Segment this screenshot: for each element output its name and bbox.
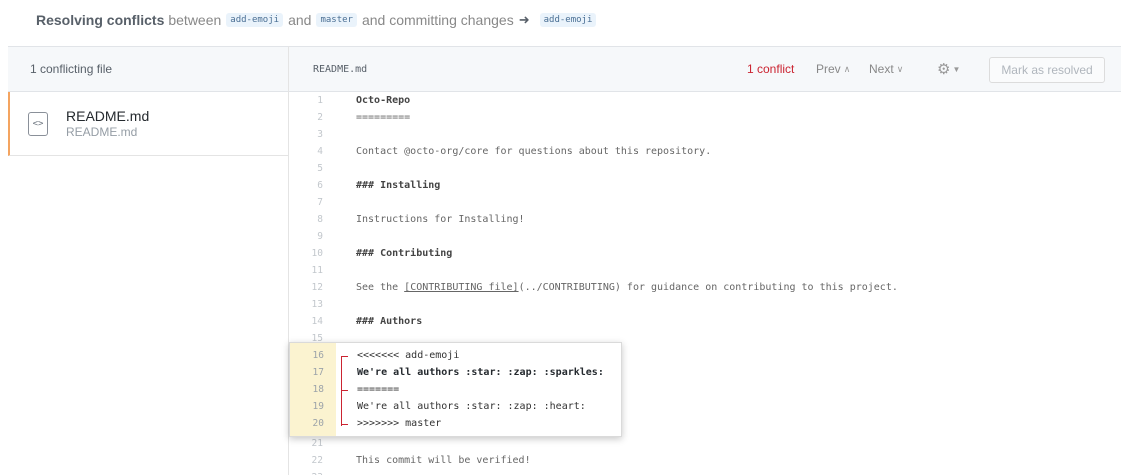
line-number: 13 [311,299,323,310]
conflict-bracket [340,356,348,426]
line-text: Octo-Repo [356,95,411,106]
line-number: 4 [317,146,323,157]
code-line: 22 This commit will be verified! [289,452,1121,469]
file-code-icon: <> [28,111,48,136]
line-number: 18 [312,384,324,395]
line-text: ========= [356,112,411,123]
contributing-link[interactable]: [CONTRIBUTING file] [404,282,518,293]
line-number: 16 [312,350,324,361]
line-text: Contact @octo-org/core for questions abo… [356,146,712,157]
line-text-before-link: See the [356,282,405,293]
branch-label-source: add-emoji [226,13,284,27]
code-line: 23 [289,469,1121,475]
code-line: 7 [289,194,1121,211]
chevron-up-icon: ∧ [843,63,851,74]
code-line: 10 ### Contributing [289,245,1121,262]
code-line: 21 [289,435,1121,452]
line-number: 19 [312,401,324,412]
code-line: 5 [289,160,1121,177]
code-line: 9 [289,228,1121,245]
gear-icon: ⚙ [937,61,951,78]
line-text: See the [CONTRIBUTING file](../CONTRIBUT… [356,282,898,293]
conflicting-file-item[interactable]: <> README.md README.md [8,92,288,156]
code-editor-continued[interactable]: 21 22 This commit will be verified! 23 [289,435,1121,475]
line-number: 14 [311,316,323,327]
line-number: 5 [317,163,323,174]
code-editor[interactable]: 1 Octo-Repo 2 ========= 3 4 Contact @octo-o… [289,92,1121,347]
header-title: Resolving conflicts [36,12,165,28]
editor-filename: README.md [313,63,368,75]
editor-toolbar: README.md 1 conflict Prev ∧ Next ∨ ⚙ ▼ M… [289,46,1121,92]
bracket-tick [340,390,348,391]
prev-label: Prev [816,62,841,76]
prev-conflict-button[interactable]: Prev ∧ [816,62,850,76]
conflict-header: Resolving conflicts between add-emoji an… [36,0,601,40]
line-number: 1 [317,95,323,106]
conflict-count: 1 conflict [747,62,795,76]
code-line: 12 See the [CONTRIBUTING file](../CONTRIB… [289,279,1121,296]
code-line: 13 [289,296,1121,313]
code-line: 4 Contact @octo-org/core for questions ab… [289,143,1121,160]
line-number: 20 [312,418,324,429]
code-line: 1 Octo-Repo [289,92,1121,109]
mark-as-resolved-button[interactable]: Mark as resolved [989,57,1105,83]
line-number: 9 [317,231,323,242]
conflicting-files-sidebar: 1 conflicting file <> README.md README.m… [8,46,289,475]
conflict-marker-end: >>>>>>> master [357,418,442,429]
conflict-separator: ======= [357,384,400,395]
file-path: README.md [66,124,138,139]
next-label: Next [869,62,894,76]
caret-down-icon: ▼ [952,64,961,74]
header-between-text: between [168,12,222,28]
bracket-tick [340,356,348,357]
line-number: 3 [317,129,323,140]
arrow-right-icon: ➜ [518,12,530,27]
line-number: 2 [317,112,323,123]
line-text: ### Authors [356,316,423,327]
conflict-ours-text: We're all authors :star: :zap: :sparkles… [357,367,604,378]
line-text: ### Installing [356,180,441,191]
code-line: 14 ### Authors [289,313,1121,330]
file-name: README.md [66,107,150,124]
settings-dropdown[interactable]: ⚙ ▼ [937,60,960,78]
sidebar-header: 1 conflicting file [8,46,288,92]
line-number: 6 [317,180,323,191]
code-line: 11 [289,262,1121,279]
line-number: 12 [311,282,323,293]
conflict-block[interactable]: 16 <<<<<<< add-emoji 17 We're all authors … [289,342,622,437]
header-and-text: and [288,12,312,28]
chevron-down-icon: ∨ [896,63,904,74]
line-number: 17 [312,367,324,378]
line-text: Instructions for Installing! [356,214,525,225]
conflict-theirs-text: We're all authors :star: :zap: :heart: [357,401,586,412]
line-number: 8 [317,214,323,225]
code-line: 8 Instructions for Installing! [289,211,1121,228]
bracket-tick [340,424,348,425]
code-line: 2 ========= [289,109,1121,126]
line-text: ### Contributing [356,248,453,259]
line-text-after-link: (../CONTRIBUTING) for guidance on contri… [518,282,898,293]
line-number: 11 [311,265,323,276]
conflict-marker-start: <<<<<<< add-emoji [357,350,460,361]
line-number: 21 [311,438,323,449]
branch-label-target: add-emoji [539,13,597,27]
code-line: 6 ### Installing [289,177,1121,194]
line-text: This commit will be verified! [356,455,531,466]
line-number: 10 [311,248,323,259]
line-number: 22 [311,455,323,466]
header-committing-text: and committing changes [361,12,514,28]
branch-label-base: master [316,13,357,27]
next-conflict-button[interactable]: Next ∨ [869,62,903,76]
line-number: 7 [317,197,323,208]
code-line: 3 [289,126,1121,143]
